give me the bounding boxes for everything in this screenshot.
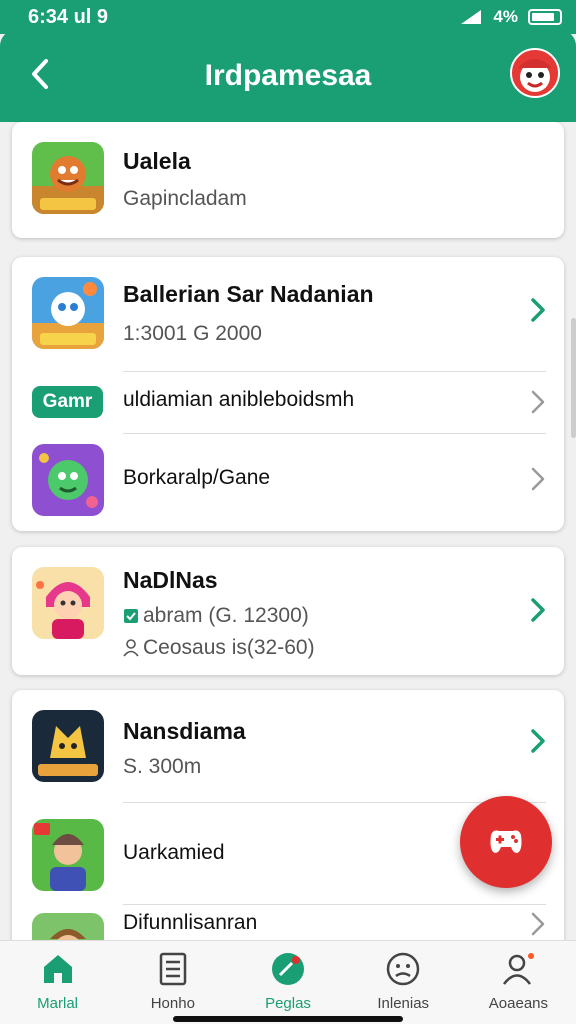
nav-item-badge[interactable]: Peglas xyxy=(230,941,345,1024)
floating-action-button[interactable] xyxy=(460,796,552,888)
game-detail: Ceosaus is(32-60) xyxy=(123,636,315,660)
game-subtitle: Gapincladam xyxy=(123,187,247,210)
chevron-right-icon xyxy=(526,595,550,625)
chevron-right-icon xyxy=(526,909,550,939)
mascot-avatar-icon xyxy=(518,59,552,92)
game-detail-line: Ceosaus is(32-60) xyxy=(143,636,315,659)
game-tag: Gamr xyxy=(32,386,103,418)
home-icon xyxy=(43,955,72,983)
bottom-navigation: Marlal Honho Peglas Inlenias Aoaeans xyxy=(0,940,576,1024)
chevron-right-icon xyxy=(526,464,550,494)
game-thumbnail xyxy=(32,913,104,940)
list-item-label: Difunnlisanran xyxy=(123,911,258,934)
person-icon xyxy=(123,639,139,657)
game-thumbnail xyxy=(32,444,104,516)
game-thumbnail xyxy=(32,142,104,214)
scrollbar[interactable] xyxy=(571,318,576,438)
chevron-right-icon xyxy=(526,387,550,417)
list-item[interactable]: Nansdiama S. 300m xyxy=(12,690,564,802)
chevron-left-icon xyxy=(32,59,48,89)
page-title: Irdpamesaa xyxy=(204,59,372,92)
nav-item-document[interactable]: Honho xyxy=(115,941,230,1024)
document-icon xyxy=(159,952,187,986)
game-subtitle: 1:3001 G 2000 xyxy=(123,322,262,345)
nav-label: Marlal xyxy=(37,995,79,1012)
list-item[interactable]: Gamr uldiamian anibleboidsmh xyxy=(12,372,564,432)
nav-label: Honho xyxy=(150,995,195,1012)
face-icon xyxy=(386,952,420,986)
profile-icon xyxy=(503,953,535,985)
list-item[interactable]: Borkaralp/Gane xyxy=(12,434,564,524)
nav-label: Aoaeans xyxy=(488,995,549,1012)
game-thumbnail xyxy=(32,277,104,349)
list-item-label: Uarkamied xyxy=(123,841,225,864)
chevron-right-icon xyxy=(526,726,550,756)
checkbox-icon xyxy=(124,609,138,623)
game-card[interactable]: NaDlNas abram (G. 12300) Ceosaus is(32-6… xyxy=(12,547,564,675)
list-item[interactable]: Ballerian Sar Nadanian 1:3001 G 2000 xyxy=(12,257,564,371)
battery-percent: 4% xyxy=(493,7,518,26)
nav-item-profile[interactable]: Aoaeans xyxy=(461,941,576,1024)
nav-label: Peglas xyxy=(265,995,311,1012)
game-title: Ballerian Sar Nadanian xyxy=(123,281,374,307)
list-item-label: Borkaralp/Gane xyxy=(123,466,271,489)
nav-label: Inlenias xyxy=(377,995,430,1012)
back-button[interactable] xyxy=(22,56,58,92)
status-time: 6:34 ul 9 xyxy=(28,5,109,28)
home-indicator[interactable] xyxy=(173,1016,403,1022)
game-thumbnail xyxy=(32,567,104,639)
status-bar: 6:34 ul 9 4% xyxy=(0,0,576,34)
game-detail: abram (G. 12300) xyxy=(123,604,315,628)
list-item-label: uldiamian anibleboidsmh xyxy=(123,388,355,411)
game-card[interactable]: Ualela Gapincladam xyxy=(12,122,564,238)
game-card: Ballerian Sar Nadanian 1:3001 G 2000 Gam… xyxy=(12,257,564,531)
game-subtitle: S. 300m xyxy=(123,755,202,778)
game-thumbnail xyxy=(32,819,104,891)
game-title: NaDlNas xyxy=(123,567,218,593)
list-item[interactable]: Difunnlisanran xyxy=(12,905,564,940)
nav-item-home[interactable]: Marlal xyxy=(0,941,115,1024)
badge-icon xyxy=(272,953,304,985)
battery-icon xyxy=(528,9,562,25)
game-title: Ualela xyxy=(123,148,191,174)
game-title: Nansdiama xyxy=(123,718,246,744)
avatar[interactable] xyxy=(510,48,560,98)
status-icons: 4% xyxy=(459,7,562,27)
game-detail-line: abram (G. 12300) xyxy=(143,604,309,627)
chevron-right-icon xyxy=(526,295,550,325)
nav-item-face[interactable]: Inlenias xyxy=(346,941,461,1024)
signal-icon xyxy=(461,10,482,24)
app-bar: Irdpamesaa xyxy=(0,30,576,122)
game-thumbnail xyxy=(32,710,104,782)
game-controller-icon xyxy=(490,830,522,853)
